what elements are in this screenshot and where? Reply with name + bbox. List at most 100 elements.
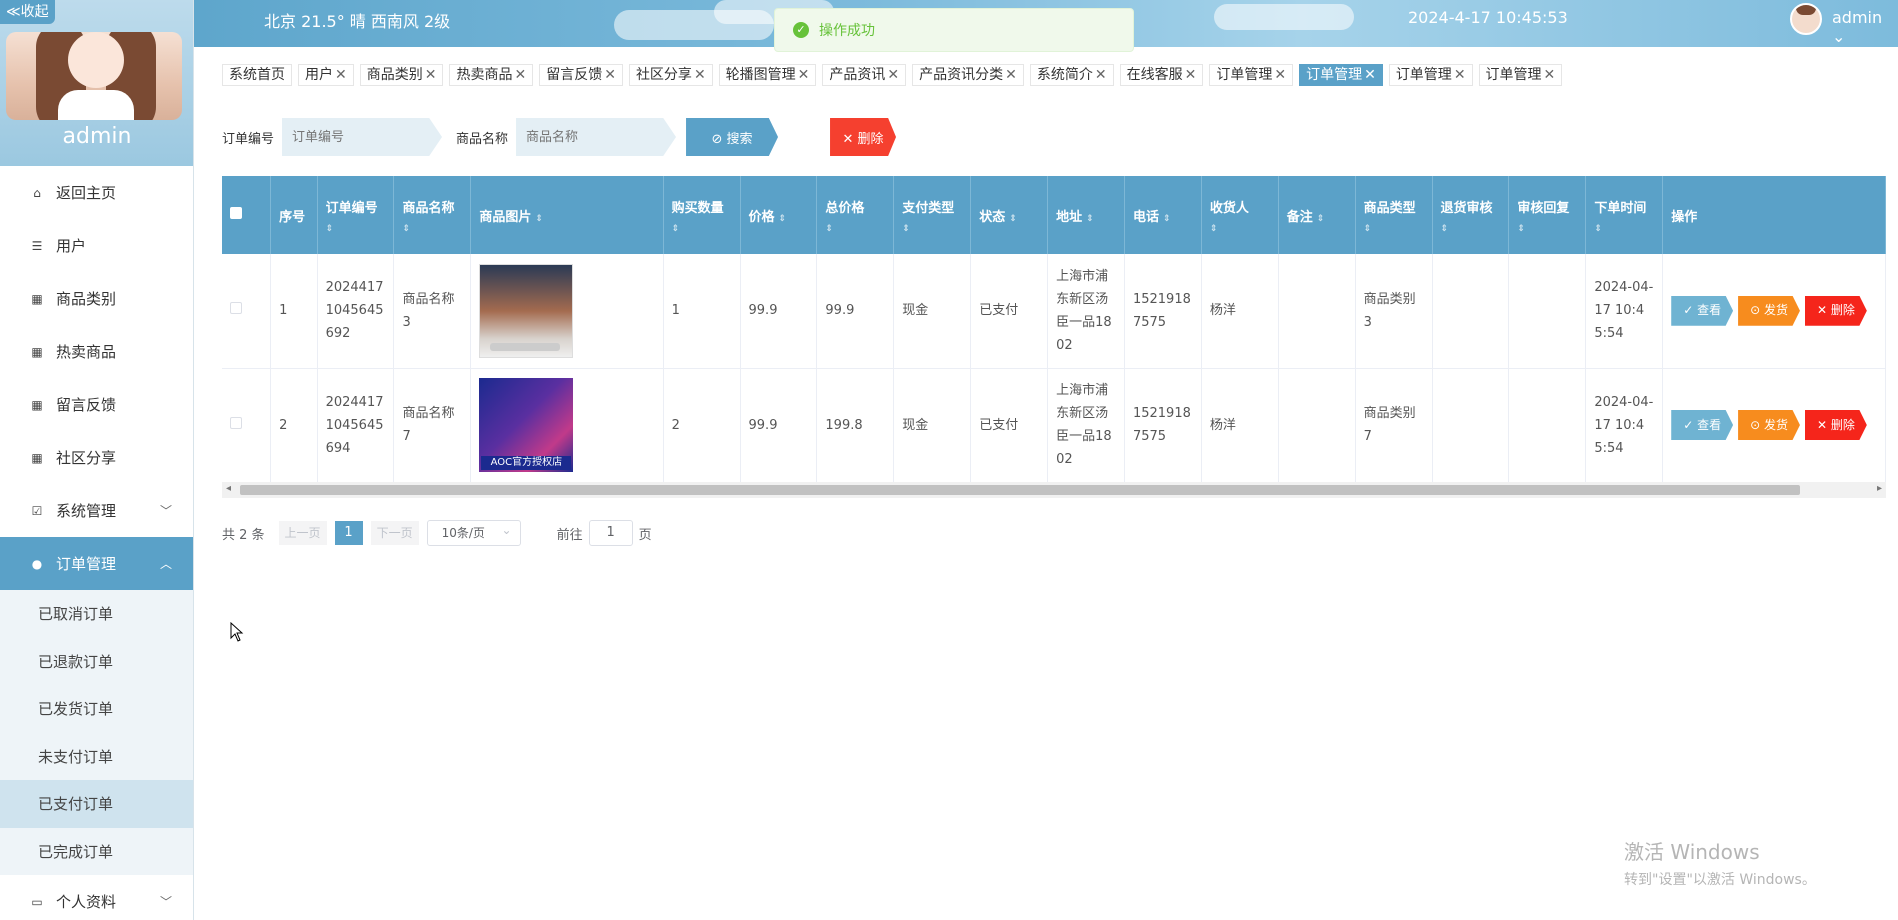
- tab-tag[interactable]: 订单管理 ✕: [1478, 64, 1563, 86]
- column-header[interactable]: 收货人 ⇕: [1201, 176, 1279, 254]
- scroll-left-icon[interactable]: ◂: [226, 483, 231, 494]
- sidebar-item-community[interactable]: ▦ 社区分享: [0, 431, 193, 484]
- column-header[interactable]: 订单编号 ⇕: [317, 176, 395, 254]
- tab-tag[interactable]: 产品资讯分类 ✕: [912, 64, 1024, 86]
- submenu-refunded-orders[interactable]: 已退款订单: [0, 637, 193, 685]
- orders-table: 序号 订单编号 ⇕ 商品名称 ⇕ 商品图片 ⇕ 购买数量 ⇕ 价格 ⇕ 总价格 ⇕ 支付类型…: [222, 176, 1886, 483]
- imac-product-image[interactable]: [479, 263, 574, 358]
- sidebar-item-home[interactable]: ⌂ 返回主页: [0, 166, 193, 219]
- submenu-shipped-orders[interactable]: 已发货订单: [0, 685, 193, 733]
- sidebar-item-hot-products[interactable]: ▦ 热卖商品: [0, 325, 193, 378]
- ship-button[interactable]: ⊙ 发货: [1738, 295, 1800, 326]
- column-header[interactable]: 购买数量 ⇕: [663, 176, 741, 254]
- column-header[interactable]: 审核回复 ⇕: [1508, 176, 1587, 254]
- sort-icon: ⇕: [1162, 213, 1171, 224]
- search-button[interactable]: ⊘ 搜索: [686, 118, 779, 156]
- tab-tag[interactable]: 订单管理 ✕: [1299, 64, 1383, 86]
- close-icon[interactable]: ✕: [604, 67, 616, 83]
- cell-remark: [1278, 254, 1356, 369]
- product-name-label: 商品名称: [456, 131, 509, 147]
- sidebar-item-categories[interactable]: ▦ 商品类别: [0, 272, 193, 325]
- close-icon[interactable]: ✕: [1185, 67, 1197, 83]
- sidebar-item-users[interactable]: ☰ 用户: [0, 219, 193, 272]
- view-button[interactable]: ✓ 查看: [1671, 410, 1734, 440]
- tab-tag[interactable]: 系统简介 ✕: [1029, 64, 1114, 86]
- close-icon[interactable]: ✕: [1454, 67, 1466, 83]
- tab-tag[interactable]: 留言反馈 ✕: [539, 64, 623, 86]
- sidebar-item-profile[interactable]: ▭ 个人资料 ﹀: [0, 875, 193, 920]
- collapse-sidebar-button[interactable]: ≪收起: [0, 0, 55, 24]
- column-header[interactable]: 状态 ⇕: [970, 176, 1049, 254]
- user-menu[interactable]: admin ⌄: [1832, 8, 1898, 46]
- submenu-unpaid-orders[interactable]: 未支付订单: [0, 732, 193, 780]
- cell-address: 上海市浦东新区汤臣一品1802: [1047, 254, 1125, 369]
- keyboard-product-image[interactable]: AOC官方授权店: [479, 378, 574, 472]
- ship-button[interactable]: ⊙ 发货: [1738, 410, 1800, 440]
- column-header[interactable]: 备注 ⇕: [1278, 176, 1356, 254]
- column-header[interactable]: 价格 ⇕: [740, 176, 818, 254]
- sidebar-item-system[interactable]: ☑ 系统管理 ﹀: [0, 484, 193, 537]
- delete-button[interactable]: ✕ 删除: [1804, 295, 1867, 326]
- close-icon[interactable]: ✕: [694, 67, 706, 83]
- page-number-current[interactable]: 1: [334, 521, 363, 545]
- submenu-completed-orders[interactable]: 已完成订单: [0, 827, 193, 875]
- tab-tag[interactable]: 在线客服 ✕: [1119, 64, 1204, 86]
- sidebar-item-label: 用户: [56, 237, 87, 255]
- tab-tag[interactable]: 商品类别 ✕: [359, 64, 444, 86]
- delete-button[interactable]: ✕ 删除: [1804, 410, 1867, 440]
- column-header[interactable]: 电话 ⇕: [1124, 176, 1202, 254]
- close-icon[interactable]: ✕: [1274, 67, 1286, 83]
- tab-tag[interactable]: 系统首页: [222, 64, 292, 86]
- column-header[interactable]: 退货审核 ⇕: [1432, 176, 1510, 254]
- tab-tag[interactable]: 热卖商品 ✕: [449, 64, 534, 86]
- column-header[interactable]: 商品类型 ⇕: [1355, 176, 1433, 254]
- select-all-checkbox[interactable]: [230, 207, 242, 219]
- row-checkbox[interactable]: [230, 416, 242, 429]
- close-icon[interactable]: ✕: [1364, 67, 1376, 83]
- column-header[interactable]: 总价格 ⇕: [816, 176, 895, 254]
- sidebar-item-feedback[interactable]: ▦ 留言反馈: [0, 378, 193, 431]
- goto-page-input[interactable]: 1: [588, 520, 633, 546]
- column-header[interactable]: 地址 ⇕: [1047, 176, 1125, 254]
- user-avatar[interactable]: [1790, 3, 1822, 35]
- sidebar-item-orders[interactable]: ● 订单管理 ︿: [0, 537, 193, 590]
- scroll-right-icon[interactable]: ▸: [1877, 483, 1882, 494]
- order-no-input[interactable]: [282, 118, 443, 156]
- close-icon[interactable]: ✕: [425, 67, 437, 83]
- submenu-paid-orders[interactable]: 已支付订单: [0, 780, 193, 828]
- cell-review-reply: [1508, 254, 1587, 369]
- tab-tag[interactable]: 产品资讯 ✕: [822, 64, 907, 86]
- close-icon[interactable]: ✕: [514, 67, 526, 83]
- sort-icon: ⇕: [1316, 213, 1325, 224]
- cell-status: 已支付: [970, 368, 1049, 483]
- close-icon[interactable]: ✕: [335, 67, 347, 83]
- batch-delete-button[interactable]: ✕ 删除: [830, 118, 897, 156]
- next-page-button[interactable]: 下一页: [370, 521, 419, 545]
- view-button[interactable]: ✓ 查看: [1671, 295, 1734, 326]
- scrollbar-thumb[interactable]: [240, 485, 1800, 495]
- column-header[interactable]: 商品图片 ⇕: [470, 176, 664, 254]
- close-icon[interactable]: ✕: [798, 67, 810, 83]
- column-header[interactable]: 支付类型 ⇕: [893, 176, 972, 254]
- horizontal-scrollbar[interactable]: ◂ ▸: [222, 482, 1886, 498]
- tab-tag[interactable]: 社区分享 ✕: [628, 64, 713, 86]
- column-header[interactable]: 商品名称 ⇕: [393, 176, 472, 254]
- cell-receiver: 杨洋: [1201, 368, 1279, 483]
- submenu-cancelled-orders[interactable]: 已取消订单: [0, 590, 193, 638]
- cell-status: 已支付: [970, 254, 1049, 369]
- column-header[interactable]: 序号: [270, 176, 318, 254]
- tab-tag[interactable]: 用户 ✕: [298, 64, 354, 86]
- order-no-label: 订单编号: [222, 131, 275, 147]
- close-icon[interactable]: ✕: [1005, 67, 1017, 83]
- tab-tag[interactable]: 轮播图管理 ✕: [718, 64, 817, 86]
- tab-tag[interactable]: 订单管理 ✕: [1388, 64, 1473, 86]
- close-icon[interactable]: ✕: [887, 67, 899, 83]
- column-header[interactable]: 下单时间 ⇕: [1585, 176, 1664, 254]
- page-size-select[interactable]: 10条/页: [426, 518, 521, 546]
- close-icon[interactable]: ✕: [1095, 67, 1107, 83]
- product-name-input[interactable]: [516, 118, 677, 156]
- row-checkbox[interactable]: [230, 302, 242, 315]
- tab-tag[interactable]: 订单管理 ✕: [1209, 64, 1294, 86]
- prev-page-button[interactable]: 上一页: [278, 521, 327, 545]
- close-icon[interactable]: ✕: [1544, 67, 1556, 83]
